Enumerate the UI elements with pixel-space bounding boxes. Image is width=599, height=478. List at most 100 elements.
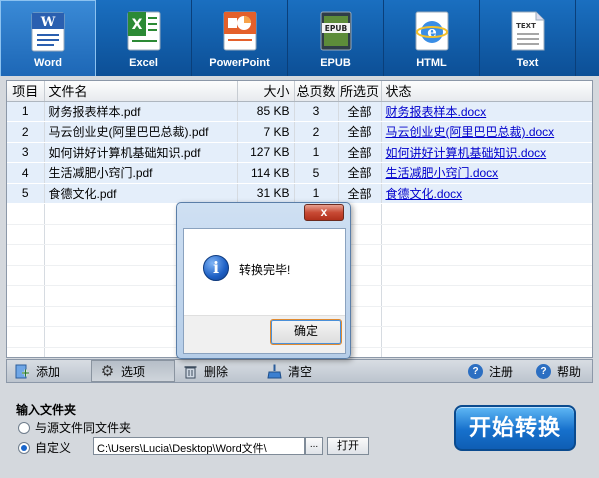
table-row[interactable]: 2 马云创业史(阿里巴巴总裁).pdf 7 KB 2 全部 马云创业史(阿里巴巴…	[7, 121, 592, 143]
row-filename: 生活减肥小窍门.pdf	[44, 162, 238, 184]
folder-path-field[interactable]: C:\Users\Lucia\Desktop\Word文件\	[93, 437, 305, 455]
row-pages: 1	[294, 183, 339, 204]
row-filename: 如何讲好计算机基础知识.pdf	[44, 142, 238, 163]
dialog-message: 转换完毕!	[239, 263, 291, 277]
html-icon: e	[415, 11, 448, 51]
radio-circle[interactable]	[18, 421, 30, 434]
row-filename: 马云创业史(阿里巴巴总裁).pdf	[44, 121, 238, 143]
word-icon: W	[31, 12, 65, 52]
row-pages: 3	[294, 101, 339, 122]
dialog-close-button[interactable]: x	[304, 204, 344, 221]
col-header-size[interactable]: 大小	[237, 81, 295, 102]
row-status-link[interactable]: 如何讲好计算机基础知识.docx	[386, 146, 547, 160]
register-button-label: 注册	[489, 364, 514, 379]
add-button-label: 添加	[36, 364, 61, 379]
start-convert-button[interactable]: 开始转换	[454, 405, 576, 451]
table-header-row: 项目 文件名 大小 总页数 所选页 状态	[7, 81, 592, 102]
tab-word[interactable]: W Word	[0, 0, 96, 76]
row-pages: 5	[294, 162, 339, 184]
svg-text:X: X	[131, 17, 142, 33]
row-size: 7 KB	[237, 121, 295, 143]
trash-icon	[184, 365, 197, 378]
col-header-filename[interactable]: 文件名	[44, 81, 238, 102]
register-button[interactable]: ? 注册	[460, 360, 528, 382]
col-header-pages[interactable]: 总页数	[294, 81, 339, 102]
radio-custom-label: 自定义	[35, 441, 72, 455]
table-row[interactable]: 1 财务报表样本.pdf 85 KB 3 全部 财务报表样本.docx	[7, 101, 592, 122]
ok-button[interactable]: 确定	[270, 319, 342, 345]
conversion-complete-dialog: x i 转换完毕! 确定	[176, 202, 351, 359]
row-selected-pages[interactable]: 全部	[338, 121, 382, 143]
text-icon: TEXT	[511, 11, 544, 51]
row-pages: 1	[294, 142, 339, 163]
add-file-icon	[15, 364, 29, 378]
input-folder-title: 输入文件夹	[16, 403, 77, 417]
tab-text-label: Text	[516, 57, 539, 69]
help-circle-icon: ?	[536, 363, 551, 379]
svg-text:TEXT: TEXT	[516, 22, 536, 30]
powerpoint-icon	[223, 11, 256, 51]
svg-text:W: W	[40, 15, 56, 30]
table-row[interactable]: 3 如何讲好计算机基础知识.pdf 127 KB 1 全部 如何讲好计算机基础知…	[7, 142, 592, 163]
delete-button[interactable]: 删除	[175, 360, 259, 382]
radio-circle-checked[interactable]	[18, 441, 30, 454]
row-index: 5	[7, 183, 45, 204]
row-selected-pages[interactable]: 全部	[338, 142, 382, 163]
tab-word-label: Word	[34, 57, 62, 69]
row-status-link[interactable]: 生活减肥小窍门.docx	[386, 166, 499, 180]
radio-same-as-source[interactable]: 与源文件同文件夹	[18, 419, 131, 436]
col-header-selected-pages[interactable]: 所选页	[338, 81, 382, 102]
radio-custom[interactable]: 自定义	[18, 439, 71, 456]
col-header-index[interactable]: 项目	[7, 81, 45, 102]
row-selected-pages[interactable]: 全部	[338, 162, 382, 184]
row-index: 2	[7, 121, 45, 143]
tab-epub-label: EPUB	[320, 57, 351, 69]
col-header-status[interactable]: 状态	[381, 81, 592, 102]
row-index: 1	[7, 101, 45, 122]
tab-powerpoint-label: PowerPoint	[209, 57, 270, 69]
input-folder-panel: 输入文件夹 与源文件同文件夹 自定义 C:\Users\Lucia\Deskto…	[6, 391, 593, 471]
row-status-link[interactable]: 财务报表样本.docx	[386, 105, 487, 119]
row-size: 31 KB	[237, 183, 295, 204]
tab-html-label: HTML	[416, 57, 447, 69]
row-selected-pages[interactable]: 全部	[338, 183, 382, 204]
open-folder-button[interactable]: 打开	[327, 437, 369, 455]
row-size: 114 KB	[237, 162, 295, 184]
tab-powerpoint[interactable]: PowerPoint	[192, 0, 288, 76]
help-button[interactable]: ? 帮助	[528, 360, 592, 382]
table-row[interactable]: 4 生活减肥小窍门.pdf 114 KB 5 全部 生活减肥小窍门.docx	[7, 162, 592, 184]
row-pages: 2	[294, 121, 339, 143]
dialog-body: i 转换完毕! 确定	[183, 228, 346, 354]
tab-html[interactable]: e HTML	[384, 0, 480, 76]
browse-button[interactable]: ...	[305, 437, 323, 455]
row-index: 4	[7, 162, 45, 184]
tab-excel-label: Excel	[129, 57, 158, 69]
row-size: 127 KB	[237, 142, 295, 163]
epub-icon: EPUB	[320, 11, 351, 51]
excel-icon: X	[127, 11, 160, 51]
table-row[interactable]: 5 食德文化.pdf 31 KB 1 全部 食德文化.docx	[7, 183, 592, 204]
svg-text:EPUB: EPUB	[324, 24, 347, 33]
row-status-link[interactable]: 食德文化.docx	[386, 187, 463, 201]
clear-button[interactable]: 清空	[259, 360, 343, 382]
row-filename: 财务报表样本.pdf	[44, 101, 238, 122]
row-index: 3	[7, 142, 45, 163]
help-circle-icon: ?	[468, 363, 483, 379]
tab-epub[interactable]: EPUB EPUB	[288, 0, 384, 76]
row-selected-pages[interactable]: 全部	[338, 101, 382, 122]
tab-excel[interactable]: X Excel	[96, 0, 192, 76]
row-filename: 食德文化.pdf	[44, 183, 238, 204]
options-button[interactable]: ⚙ 选项	[91, 360, 175, 382]
clear-button-label: 清空	[288, 364, 313, 379]
row-size: 85 KB	[237, 101, 295, 122]
add-button[interactable]: 添加	[7, 360, 91, 382]
svg-text:e: e	[427, 23, 437, 41]
delete-button-label: 删除	[204, 364, 229, 379]
bottom-toolbar: 添加 ⚙ 选项 删除 清空 ? 注册 ? 帮助	[6, 359, 593, 383]
row-status-link[interactable]: 马云创业史(阿里巴巴总裁).docx	[386, 125, 555, 139]
gear-icon: ⚙	[100, 362, 115, 380]
info-icon: i	[203, 255, 229, 281]
tab-text[interactable]: TEXT Text	[480, 0, 576, 76]
format-tab-bar: W Word X Excel PowerPoint EPUB EPUB e HT…	[0, 0, 599, 76]
help-button-label: 帮助	[557, 364, 582, 379]
